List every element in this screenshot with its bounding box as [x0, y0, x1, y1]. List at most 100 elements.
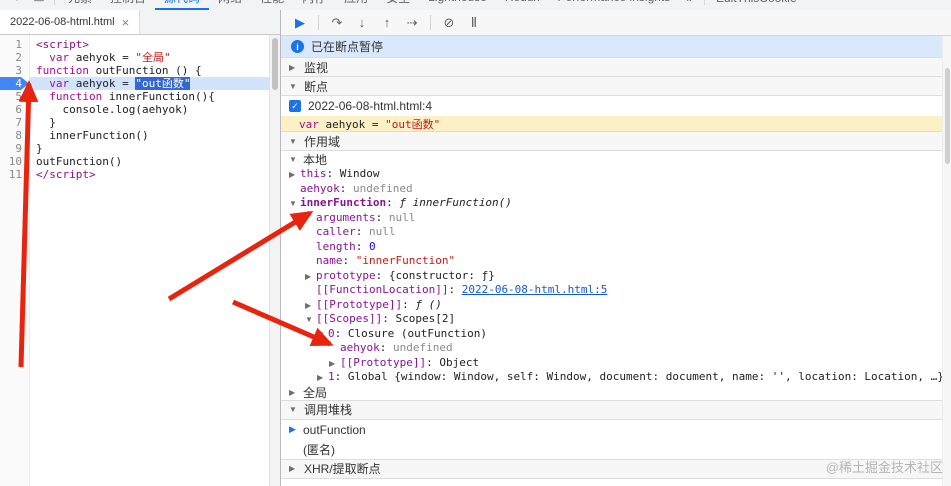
section-breakpoints[interactable]: ▼ 断点 [281, 76, 951, 96]
debugger-toolbar: ▶ ↷ ↓ ↑ ⇢ ⊘ Ⅱ [281, 10, 951, 36]
sidebar-scrollbar-thumb[interactable] [945, 68, 950, 164]
more-tabs-icon[interactable]: » [679, 0, 700, 10]
scope-local-header[interactable]: ▼ 本地 [281, 151, 951, 167]
devtools-tab[interactable]: Redux [496, 0, 549, 10]
inspect-element-icon[interactable]: ⌖ [6, 0, 28, 10]
deactivate-breakpoints-button[interactable]: ⊘ [438, 13, 460, 33]
scope-tree: ▶ this: Window aehyok: undefined ▼ innerFunc… [281, 167, 951, 385]
line-number[interactable]: 5 [0, 90, 29, 103]
chevron-down-icon: ▼ [289, 154, 297, 164]
code-line: </script> [36, 168, 96, 181]
scope-row-prototype[interactable]: ▶ prototype: {constructor: ƒ} [281, 269, 951, 284]
chevron-down-icon: ▼ [289, 405, 297, 414]
section-label: 断点 [304, 79, 329, 94]
line-number[interactable]: 6 [0, 103, 29, 116]
scope-row-prototype[interactable]: ▶ [[Prototype]]: Object [281, 356, 951, 371]
code-editor[interactable]: 1 2 3 4 5 6 7 8 9 10 11 <script> var aehyok = "全局"… [0, 35, 280, 486]
scope-row-aehyok[interactable]: aehyok: undefined [281, 341, 951, 356]
pause-on-exceptions-button[interactable]: Ⅱ [463, 13, 485, 33]
code-line: innerFunction() [36, 129, 149, 142]
devtools-tab[interactable]: 网络 [209, 0, 251, 10]
scope-row-innerfunction[interactable]: ▼ innerFunction: ƒ innerFunction() [281, 196, 951, 211]
devtools-tab[interactable]: 元素 [59, 0, 101, 10]
devtools-main: 2022-06-08-html.html × 1 2 3 4 5 6 7 8 9 10 11 <sc… [0, 10, 951, 486]
scope-row-arguments[interactable]: arguments: null [281, 211, 951, 226]
scope-row-aehyok[interactable]: aehyok: undefined [281, 182, 951, 197]
step-out-button[interactable]: ↑ [376, 13, 398, 33]
scope-row-name[interactable]: name: "innerFunction" [281, 254, 951, 269]
toolbar-divider [54, 0, 55, 5]
breakpoint-code[interactable]: var aehyok = "out函数" [281, 116, 951, 132]
section-label: 调用堆栈 [304, 403, 353, 417]
breakpoint-checkbox[interactable]: ✓ [289, 100, 301, 112]
scope-global-header[interactable]: ▶ 全局 [281, 385, 951, 401]
call-stack-frame[interactable]: ▶ outFunction [281, 420, 951, 440]
scope-row-0[interactable]: ▼ 0: Closure (outFunction) [281, 327, 951, 342]
line-number[interactable]: 10 [0, 155, 29, 168]
paused-status-bar: i 已在断点暂停 [281, 36, 951, 58]
devtools-tab[interactable]: 应用 [335, 0, 377, 10]
devtools-tab[interactable]: 控制台 [101, 0, 155, 10]
code-line: var aehyok = "out函数" [30, 77, 280, 90]
scope-row-1[interactable]: ▶ 1: Global {window: Window, self: Window… [281, 370, 951, 385]
debugger-pane: ▶ ↷ ↓ ↑ ⇢ ⊘ Ⅱ i 已在断点暂停 ▶ 监视 ▼ 断点 ✓ 2022-06-08-… [281, 10, 951, 486]
section-call-stack[interactable]: ▼ 调用堆栈 [281, 399, 951, 420]
devtools-tabs: 元素控制台源代码网络性能内存应用安全LighthouseReduxPerform… [59, 0, 679, 10]
current-frame-marker-icon: ▶ [289, 424, 296, 434]
scope-row-length[interactable]: length: 0 [281, 240, 951, 255]
line-number[interactable]: 2 [0, 51, 29, 64]
code-line: <script> [36, 38, 89, 51]
devtools-tab[interactable]: 性能 [251, 0, 293, 10]
chevron-down-icon: ▼ [289, 81, 297, 91]
section-watch[interactable]: ▶ 监视 [281, 57, 951, 77]
step-button[interactable]: ⇢ [401, 13, 423, 33]
chevron-down-icon: ▼ [289, 136, 297, 146]
line-number[interactable]: 8 [0, 129, 29, 142]
code-lines: <script> var aehyok = "全局" function outFu… [30, 35, 280, 486]
toolbar-divider [703, 0, 705, 5]
devtools-tab[interactable]: 源代码 [155, 0, 210, 10]
chevron-right-icon: ▶ [289, 388, 296, 397]
code-line: } [36, 116, 56, 129]
toolbar-divider [430, 15, 431, 30]
section-label: 作用域 [304, 134, 341, 149]
line-number[interactable]: 11 [0, 168, 29, 181]
section-label: XHR/提取断点 [304, 462, 381, 476]
breakpoint-location: 2022-06-08-html.html:4 [308, 99, 433, 113]
devtools-tab-editthiscookie[interactable]: EditThisCookie [709, 0, 804, 10]
editor-scrollbar[interactable] [269, 35, 280, 486]
scope-row-functionlocation[interactable]: [[FunctionLocation]]: 2022-06-08-html.ht… [281, 283, 951, 298]
devtools-tab[interactable]: Performance insights [549, 0, 680, 10]
file-tab-bar: 2022-06-08-html.html × [0, 10, 280, 35]
resume-button[interactable]: ▶ [289, 13, 311, 33]
close-tab-icon[interactable]: × [122, 15, 130, 30]
sidebar-scrollbar[interactable] [942, 36, 951, 486]
step-over-button[interactable]: ↷ [326, 13, 348, 33]
scope-row-scopes[interactable]: ▼ [[Scopes]]: Scopes[2] [281, 312, 951, 327]
devtools-tab-bar: ⌖ ▭ 元素控制台源代码网络性能内存应用安全LighthouseReduxPer… [0, 0, 951, 10]
line-number[interactable]: 7 [0, 116, 29, 129]
step-into-button[interactable]: ↓ [351, 13, 373, 33]
info-icon: i [291, 40, 304, 53]
file-tab[interactable]: 2022-06-08-html.html × [0, 10, 141, 34]
devtools-tab[interactable]: Lighthouse [419, 0, 496, 10]
device-toolbar-icon[interactable]: ▭ [28, 0, 50, 10]
call-stack-frames: ▶ outFunction (匿名) [281, 420, 951, 460]
code-line: outFunction() [36, 155, 123, 168]
devtools-tab[interactable]: 内存 [293, 0, 335, 10]
scope-row-this[interactable]: ▶ this: Window [281, 167, 951, 182]
devtools-tab[interactable]: 安全 [377, 0, 419, 10]
scope-row-prototype[interactable]: ▶ [[Prototype]]: ƒ () [281, 298, 951, 313]
scope-row-caller[interactable]: caller: null [281, 225, 951, 240]
editor-scrollbar-thumb[interactable] [272, 38, 278, 90]
paused-message: 已在断点暂停 [311, 40, 384, 54]
sources-editor-pane: 2022-06-08-html.html × 1 2 3 4 5 6 7 8 9 10 11 <sc… [0, 10, 281, 486]
breakpoint-entry[interactable]: ✓ 2022-06-08-html.html:4 [281, 96, 951, 116]
line-number[interactable]: 1 [0, 38, 29, 51]
line-number[interactable]: 9 [0, 142, 29, 155]
section-label: 监视 [304, 60, 329, 75]
line-number[interactable]: 3 [0, 64, 29, 77]
scope-local-label: 本地 [303, 152, 328, 167]
section-scope[interactable]: ▼ 作用域 [281, 131, 951, 151]
breakpoint-line-number[interactable]: 4 [0, 77, 29, 90]
